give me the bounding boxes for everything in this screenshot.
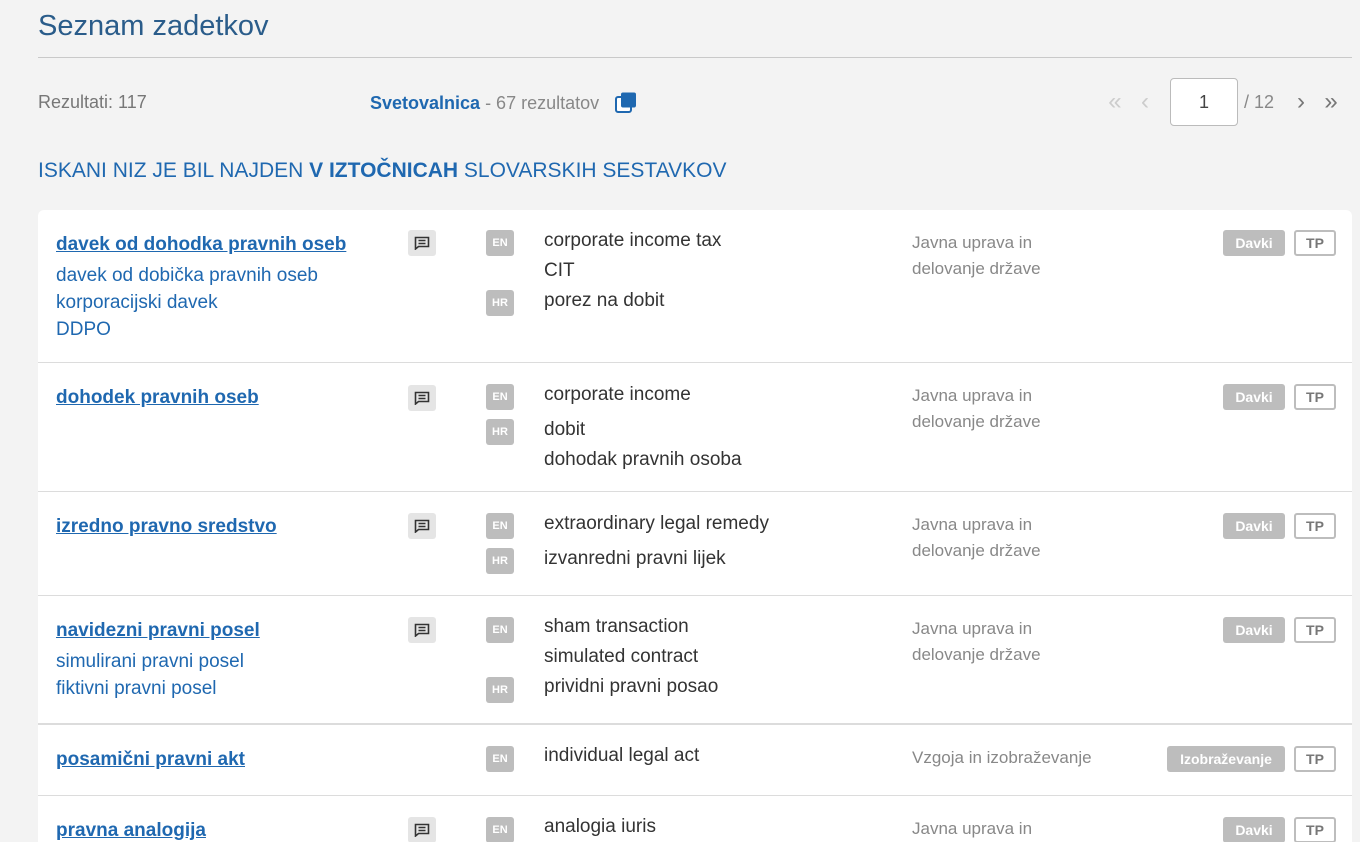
- domain-label: Javna uprava in delovanje države: [912, 619, 1041, 664]
- field-tag[interactable]: Izobraževanje: [1167, 746, 1285, 772]
- results-list: davek od dohodka pravnih oseb davek od d…: [38, 210, 1352, 842]
- equivalent: sham transaction: [544, 616, 689, 637]
- language-badge: EN: [486, 230, 514, 256]
- language-badge: EN: [486, 617, 514, 643]
- first-page-icon[interactable]: «: [1100, 88, 1130, 116]
- result-row: pravna analogija EN analogia iuris Javna…: [38, 796, 1352, 842]
- field-tag[interactable]: Davki: [1223, 384, 1285, 410]
- previous-page-icon[interactable]: ‹: [1130, 88, 1160, 116]
- open-in-new-icon[interactable]: [615, 92, 637, 114]
- synonym: DDPO: [56, 319, 111, 340]
- field-tag[interactable]: Davki: [1223, 513, 1285, 539]
- entry-term-link[interactable]: izredno pravno sredstvo: [56, 514, 396, 540]
- note-icon[interactable]: [408, 385, 436, 411]
- source-tag[interactable]: TP: [1294, 230, 1336, 256]
- equivalent: analogia iuris: [544, 816, 656, 837]
- field-tag[interactable]: Davki: [1223, 230, 1285, 256]
- equivalent: dobit: [544, 419, 586, 440]
- counsel-link[interactable]: Svetovalnica: [370, 93, 480, 114]
- synonym: simulirani pravni posel: [56, 651, 244, 672]
- language-badge: HR: [486, 677, 514, 703]
- note-icon[interactable]: [408, 817, 436, 842]
- language-badge: HR: [486, 419, 514, 445]
- language-badge: EN: [486, 817, 514, 842]
- domain-label: Javna uprava in delovanje države: [912, 233, 1041, 278]
- language-badge: EN: [486, 384, 514, 410]
- equivalent: simulated contract: [544, 646, 699, 667]
- equivalent: corporate income: [544, 384, 691, 405]
- equivalent: dohodak pravnih osoba: [544, 449, 742, 470]
- equivalent: corporate income tax: [544, 230, 722, 251]
- domain-label: Vzgoja in izobraževanje: [912, 748, 1092, 767]
- result-row: davek od dohodka pravnih oseb davek od d…: [38, 210, 1352, 363]
- language-badge: EN: [486, 513, 514, 539]
- equivalent: prividni pravni posao: [544, 676, 719, 697]
- synonym: korporacijski davek: [56, 292, 218, 313]
- synonym: fiktivni pravni posel: [56, 678, 217, 699]
- result-row: dohodek pravnih oseb EN HR corporate inc…: [38, 363, 1352, 492]
- source-tag[interactable]: TP: [1294, 617, 1336, 643]
- counsel-count: - 67 rezultatov: [480, 92, 600, 113]
- last-page-icon[interactable]: »: [1316, 88, 1346, 116]
- page-title: Seznam zadetkov: [38, 10, 269, 42]
- domain-label: Javna uprava in delovanje države: [912, 386, 1041, 431]
- domain-label: Javna uprava in delovanje države: [912, 515, 1041, 560]
- source-tag[interactable]: TP: [1294, 513, 1336, 539]
- counsel-results: Svetovalnica - 67 rezultatov: [370, 92, 637, 114]
- source-tag[interactable]: TP: [1294, 817, 1336, 842]
- result-row: posamični pravni akt EN individual legal…: [38, 725, 1352, 796]
- page-number-input[interactable]: [1169, 78, 1238, 126]
- pagination: « ‹ / 12 › »: [1100, 78, 1346, 126]
- result-row: navidezni pravni posel simulirani pravni…: [38, 596, 1352, 725]
- equivalent: izvanredni pravni lijek: [544, 548, 726, 569]
- entry-term-link[interactable]: davek od dohodka pravnih oseb: [56, 232, 396, 258]
- equivalent: individual legal act: [544, 745, 700, 766]
- language-badge: HR: [486, 548, 514, 574]
- note-icon[interactable]: [408, 617, 436, 643]
- field-tag[interactable]: Davki: [1223, 617, 1285, 643]
- entry-term-link[interactable]: pravna analogija: [56, 818, 396, 842]
- source-tag[interactable]: TP: [1294, 384, 1336, 410]
- entry-term-link[interactable]: posamični pravni akt: [56, 747, 396, 773]
- result-row: izredno pravno sredstvo EN HR extraordin…: [38, 492, 1352, 596]
- equivalent: extraordinary legal remedy: [544, 513, 769, 534]
- entry-term-link[interactable]: navidezni pravni posel: [56, 618, 396, 644]
- page-total: / 12: [1243, 91, 1274, 112]
- section-heading: ISKANI NIZ JE BIL NAJDEN V IZTOČNICAH SL…: [38, 159, 727, 182]
- note-icon[interactable]: [408, 513, 436, 539]
- title-divider: [38, 57, 1352, 58]
- note-icon[interactable]: [408, 230, 436, 256]
- source-tag[interactable]: TP: [1294, 746, 1336, 772]
- entry-term-link[interactable]: dohodek pravnih oseb: [56, 385, 396, 411]
- domain-label: Javna uprava in: [912, 819, 1033, 838]
- synonym: davek od dobička pravnih oseb: [56, 265, 318, 286]
- language-badge: EN: [486, 746, 514, 772]
- equivalent: CIT: [544, 260, 575, 281]
- results-count: Rezultati: 117: [38, 92, 147, 112]
- field-tag[interactable]: Davki: [1223, 817, 1285, 842]
- language-badge: HR: [486, 290, 514, 316]
- next-page-icon[interactable]: ›: [1286, 88, 1316, 116]
- equivalent: porez na dobit: [544, 290, 665, 311]
